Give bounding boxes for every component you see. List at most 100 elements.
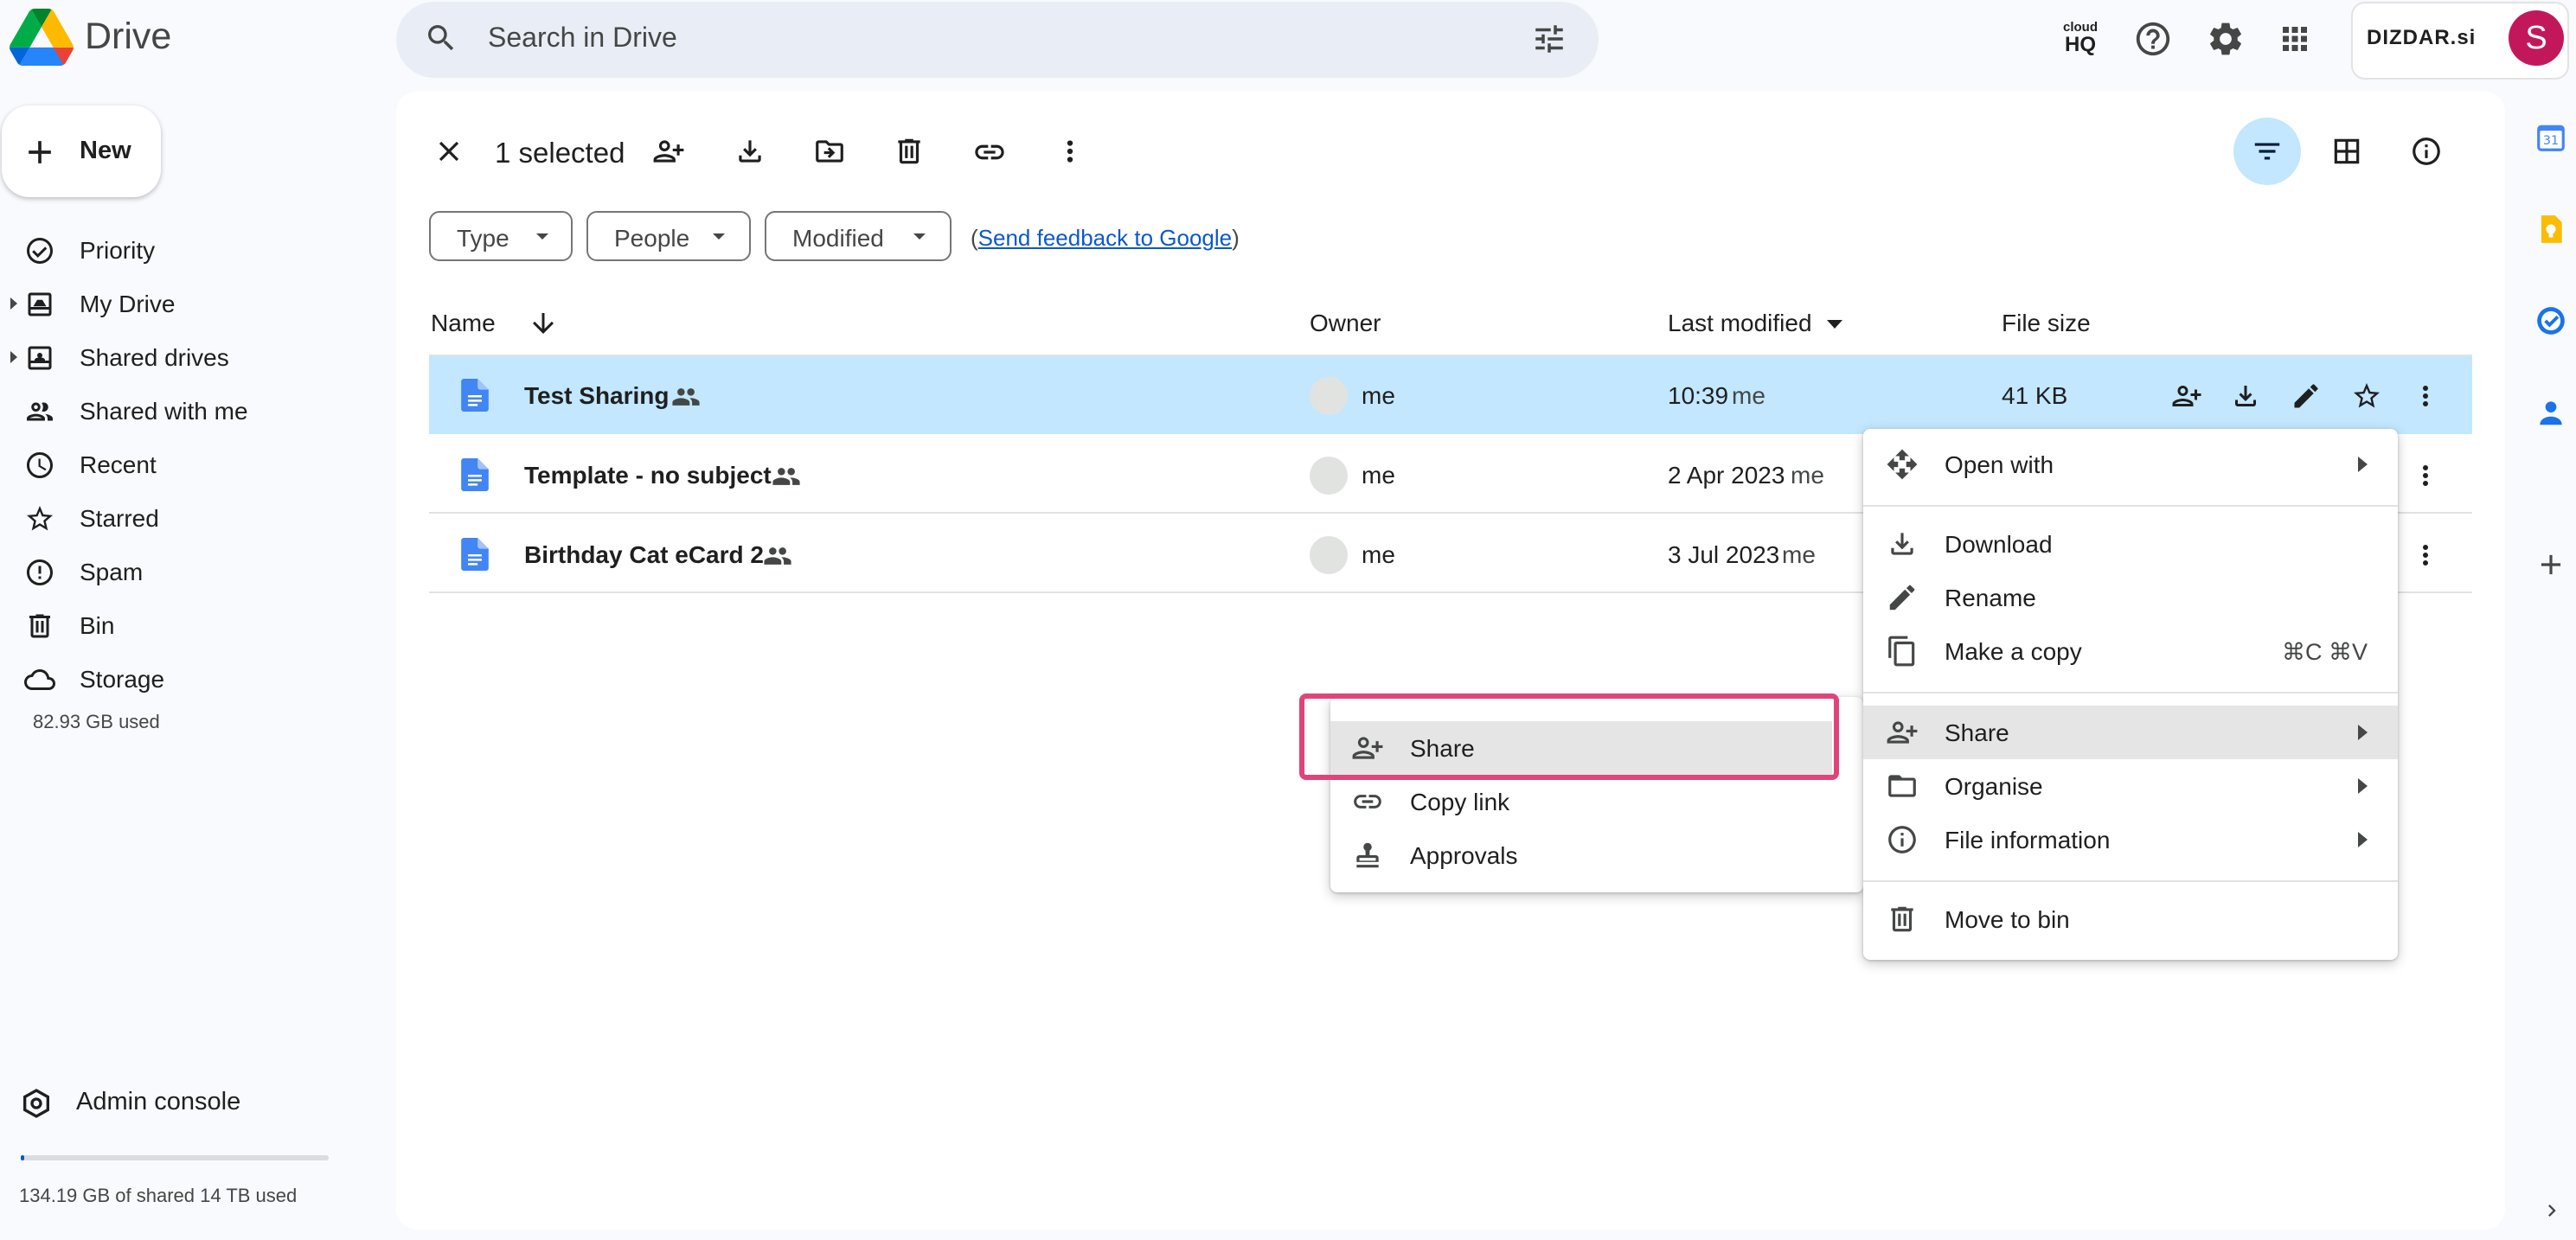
row-more-vertical-icon[interactable] xyxy=(2410,380,2441,412)
column-header-last-modified[interactable]: Last modified xyxy=(1668,310,1812,337)
sidebar-item-shared-with-me[interactable]: Shared with me xyxy=(0,387,381,434)
sidebar-item-label: Shared with me xyxy=(80,398,248,425)
clear-selection-close-icon[interactable] xyxy=(433,135,465,168)
column-header-owner[interactable]: Owner xyxy=(1310,310,1381,337)
expand-arrow-icon[interactable] xyxy=(10,351,17,363)
menu-item-file-information[interactable]: File information xyxy=(1863,813,2398,866)
menu-item-organise[interactable]: Organise xyxy=(1863,759,2398,813)
feedback-open-paren: ( xyxy=(971,225,978,251)
shared-with-me-icon xyxy=(24,396,55,427)
sort-arrow-down-icon[interactable] xyxy=(528,308,559,339)
sidebar-item-label: Starred xyxy=(80,505,159,532)
sidebar-item-recent[interactable]: Recent xyxy=(0,441,381,488)
row-download-icon[interactable] xyxy=(2230,380,2261,412)
settings-gear-icon[interactable] xyxy=(2206,19,2246,59)
menu-divider xyxy=(1863,880,2398,882)
cloudhq-icon[interactable]: cloud HQ xyxy=(2059,21,2102,59)
feedback-note: (Send feedback to Google) xyxy=(971,225,1240,252)
avatar[interactable]: S xyxy=(2509,10,2564,66)
menu-item-rename[interactable]: Rename xyxy=(1863,571,2398,624)
last-modified-time: 2 Apr 2023 xyxy=(1668,462,1785,489)
selection-count: 1 selected xyxy=(495,137,625,169)
search-icon[interactable] xyxy=(424,21,458,55)
keep-icon[interactable] xyxy=(2534,213,2567,246)
shared-people-icon xyxy=(772,462,801,491)
tasks-icon[interactable] xyxy=(2534,304,2567,337)
menu-organise-label: Organise xyxy=(1945,773,2043,800)
download-icon[interactable] xyxy=(734,135,766,168)
sidebar-item-starred[interactable]: Starred xyxy=(0,495,381,541)
sort-dropdown-arrow-icon[interactable] xyxy=(1827,320,1842,329)
copy-link-icon[interactable] xyxy=(972,135,1007,169)
menu-file-information-label: File information xyxy=(1945,827,2111,853)
calendar-icon[interactable]: 31 xyxy=(2534,121,2567,154)
row-more-vertical-icon[interactable] xyxy=(2410,460,2441,491)
grid-view-icon[interactable] xyxy=(2330,135,2363,168)
file-name[interactable]: Test Sharing xyxy=(524,382,670,410)
info-icon xyxy=(1886,823,1919,856)
menu-item-make-a-copy[interactable]: Make a copy ⌘C ⌘V xyxy=(1863,624,2398,678)
table-row[interactable]: Test Sharing me 10:39 me 41 KB xyxy=(429,356,2472,434)
filter-people-chip[interactable]: People xyxy=(586,211,751,261)
menu-item-share[interactable]: Share xyxy=(1863,706,2398,759)
drive-logo-icon[interactable] xyxy=(9,9,74,66)
link-icon xyxy=(1351,785,1384,818)
menu-item-download[interactable]: Download xyxy=(1863,517,2398,571)
copy-icon xyxy=(1886,635,1919,668)
search-options-icon[interactable] xyxy=(1531,21,1567,57)
expand-side-panel-chevron-icon[interactable] xyxy=(2540,1198,2564,1223)
row-share-icon[interactable] xyxy=(2171,380,2202,412)
search-input[interactable]: Search in Drive xyxy=(488,22,677,54)
row-more-vertical-icon[interactable] xyxy=(2410,540,2441,571)
sidebar-item-label: Spam xyxy=(80,559,144,585)
priority-icon xyxy=(24,235,55,266)
get-addons-plus-icon[interactable] xyxy=(2534,548,2567,581)
menu-move-to-bin-label: Move to bin xyxy=(1945,906,2070,933)
filter-modified-chip[interactable]: Modified xyxy=(765,211,952,261)
more-vertical-icon[interactable] xyxy=(1054,135,1086,168)
move-to-folder-icon[interactable] xyxy=(813,135,846,168)
delete-bin-icon[interactable] xyxy=(893,135,926,168)
info-icon[interactable] xyxy=(2410,135,2443,168)
help-icon[interactable] xyxy=(2133,19,2173,59)
last-modified-by: me xyxy=(1732,382,1765,409)
share-person-add-icon[interactable] xyxy=(652,135,685,168)
dropdown-arrow-icon xyxy=(713,233,725,240)
row-rename-pencil-icon[interactable] xyxy=(2291,380,2322,412)
sidebar-item-shared-drives[interactable]: Shared drives xyxy=(0,334,381,380)
expand-arrow-icon[interactable] xyxy=(10,297,17,310)
file-name[interactable]: Birthday Cat eCard 2 xyxy=(524,541,764,569)
filter-type-chip[interactable]: Type xyxy=(429,211,573,261)
sidebar-item-my-drive[interactable]: My Drive xyxy=(0,280,381,327)
feedback-close-paren: ) xyxy=(1232,225,1240,251)
rename-pencil-icon xyxy=(1886,581,1919,614)
admin-console-link[interactable]: Admin console xyxy=(76,1088,240,1116)
menu-divider xyxy=(1863,692,2398,694)
google-doc-icon xyxy=(460,379,490,412)
owner-name: me xyxy=(1362,541,1395,568)
sidebar-item-label: Recent xyxy=(80,451,157,478)
sidebar-item-label: My Drive xyxy=(80,291,176,317)
last-modified-by: me xyxy=(1791,462,1824,489)
row-star-icon[interactable] xyxy=(2351,380,2382,412)
sidebar-item-storage[interactable]: Storage xyxy=(0,655,381,702)
menu-item-move-to-bin[interactable]: Move to bin xyxy=(1863,892,2398,946)
sidebar-item-bin[interactable]: Bin xyxy=(0,602,381,649)
apps-grid-icon[interactable] xyxy=(2277,21,2313,57)
sidebar-item-label: Bin xyxy=(80,612,115,639)
clock-icon xyxy=(24,450,55,481)
sidebar-item-spam[interactable]: Spam xyxy=(0,548,381,595)
storage-quota-bar xyxy=(21,1155,329,1160)
menu-item-open-with[interactable]: Open with xyxy=(1863,438,2398,491)
shared-people-icon xyxy=(671,382,701,412)
plus-icon xyxy=(21,133,59,171)
submenu-item-copy-link[interactable]: Copy link xyxy=(1330,775,1863,828)
submenu-item-approvals[interactable]: Approvals xyxy=(1330,828,1863,882)
send-feedback-link[interactable]: Send feedback to Google xyxy=(978,225,1232,251)
sidebar-item-priority[interactable]: Priority xyxy=(0,227,381,273)
file-name[interactable]: Template - no subject xyxy=(524,462,772,489)
column-header-name[interactable]: Name xyxy=(431,310,496,337)
submenu-arrow-icon xyxy=(2358,832,2368,847)
column-header-file-size[interactable]: File size xyxy=(2002,310,2091,337)
contacts-icon[interactable] xyxy=(2534,396,2567,429)
